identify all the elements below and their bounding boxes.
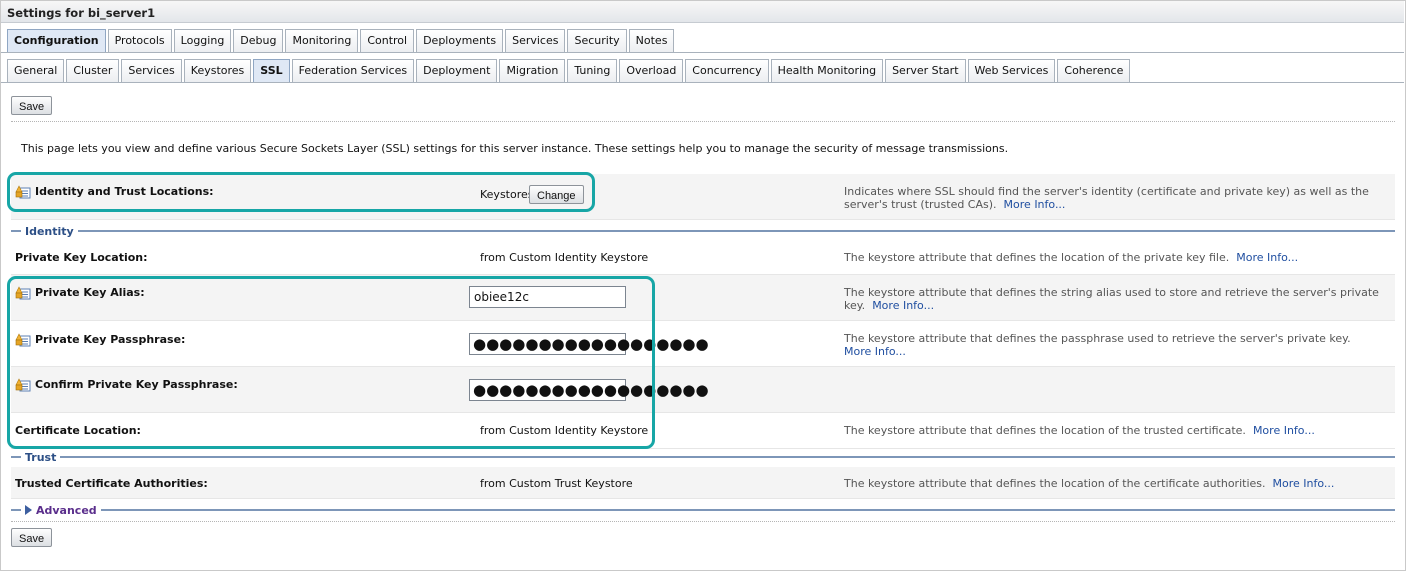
private-key-passphrase-label: Private Key Passphrase: [35,333,186,346]
page-title: Settings for bi_server1 [1,1,1404,23]
trust-section-title: Trust [25,450,57,464]
lock-edit-icon [15,332,31,347]
page-intro: This page lets you view and define vario… [21,142,1009,155]
trusted-ca-label: Trusted Certificate Authorities: [15,477,208,490]
subtab-cluster[interactable]: Cluster [66,59,120,82]
tab-security[interactable]: Security [567,29,627,52]
tab-deployments[interactable]: Deployments [416,29,504,52]
advanced-section-header[interactable]: Advanced [11,503,1395,517]
subtab-ssl[interactable]: SSL [253,59,290,82]
identity-trust-label: Identity and Trust Locations: [35,185,214,198]
tab-configuration[interactable]: Configuration [7,29,106,52]
trusted-ca-value: from Custom Trust Keystore [480,477,633,490]
private-key-passphrase-help: The keystore attribute that defines the … [844,332,1351,358]
more-info-link[interactable]: More Info... [872,299,934,312]
certificate-location-help: The keystore attribute that defines the … [844,424,1315,437]
sub-tabs-divider [1,82,1404,83]
tab-logging[interactable]: Logging [173,29,232,52]
subtab-services[interactable]: Services [121,59,182,82]
more-info-link[interactable]: More Info... [1273,477,1335,490]
tab-protocols[interactable]: Protocols [107,29,172,52]
trust-section-header: Trust [11,450,1395,464]
divider [11,521,1395,522]
confirm-passphrase-input[interactable]: ●●●●●●●●●●●●●●●●●● [469,379,709,401]
save-button-bottom[interactable]: Save [11,528,53,547]
identity-trust-value: Keystores [480,188,534,201]
subtab-server-start[interactable]: Server Start [885,59,966,82]
subtab-deployment[interactable]: Deployment [416,59,498,82]
trusted-ca-help: The keystore attribute that defines the … [844,477,1335,490]
private-key-alias-help: The keystore attribute that defines the … [844,286,1379,312]
subtab-coherence[interactable]: Coherence [1057,59,1131,82]
save-button-top[interactable]: Save [11,96,53,115]
tab-monitoring[interactable]: Monitoring [285,29,359,52]
private-key-location-value: from Custom Identity Keystore [480,251,649,264]
subtab-federation-services[interactable]: Federation Services [291,59,415,82]
certificate-location-label: Certificate Location: [15,424,141,437]
subtab-overload[interactable]: Overload [619,59,684,82]
subtab-health-monitoring[interactable]: Health Monitoring [770,59,884,82]
trusted-ca-row: Trusted Certificate Authorities: from Cu… [11,467,1395,499]
subtab-general[interactable]: General [7,59,65,82]
tab-control[interactable]: Control [360,29,415,52]
certificate-location-row: Certificate Location: from Custom Identi… [11,413,1395,449]
private-key-location-row: Private Key Location: from Custom Identi… [11,241,1395,275]
sub-tabs: General Cluster Services Keystores SSL Federa… [7,59,1132,82]
more-info-link[interactable]: More Info... [844,345,906,358]
private-key-alias-input[interactable]: obiee12c [469,286,626,308]
subtab-web-services[interactable]: Web Services [967,59,1056,82]
identity-section-header: Identity [11,224,1395,238]
lock-edit-icon [15,285,31,300]
more-info-link[interactable]: More Info... [1253,424,1315,437]
certificate-location-value: from Custom Identity Keystore [480,424,649,437]
confirm-passphrase-label: Confirm Private Key Passphrase: [35,378,238,391]
advanced-section-toggle[interactable]: Advanced [36,504,97,517]
private-key-alias-row: Private Key Alias: The keystore attribut… [11,275,1395,321]
tab-notes[interactable]: Notes [628,29,675,52]
subtab-keystores[interactable]: Keystores [183,59,252,82]
more-info-link[interactable]: More Info... [1236,251,1298,264]
identity-trust-row: Identity and Trust Locations: Keystores … [11,174,1395,220]
identity-trust-help: Indicates where SSL should find the serv… [844,185,1369,211]
divider [11,121,1395,122]
triangle-right-icon[interactable] [25,505,32,515]
subtab-concurrency[interactable]: Concurrency [685,59,769,82]
main-tabs: Configuration Protocols Logging Debug Monito… [7,29,676,52]
private-key-location-help: The keystore attribute that defines the … [844,251,1299,264]
identity-section-title: Identity [25,224,74,238]
main-tabs-divider [1,52,1404,53]
subtab-tuning[interactable]: Tuning [567,59,618,82]
subtab-migration[interactable]: Migration [499,59,566,82]
tab-services[interactable]: Services [505,29,566,52]
change-button[interactable]: Change [529,185,584,204]
private-key-alias-label: Private Key Alias: [35,286,145,299]
private-key-passphrase-input[interactable]: ●●●●●●●●●●●●●●●●●● [469,333,709,355]
tab-debug[interactable]: Debug [233,29,284,52]
lock-edit-icon [15,377,31,392]
private-key-location-label: Private Key Location: [15,251,148,264]
lock-edit-icon [15,184,31,199]
more-info-link[interactable]: More Info... [1004,198,1066,211]
